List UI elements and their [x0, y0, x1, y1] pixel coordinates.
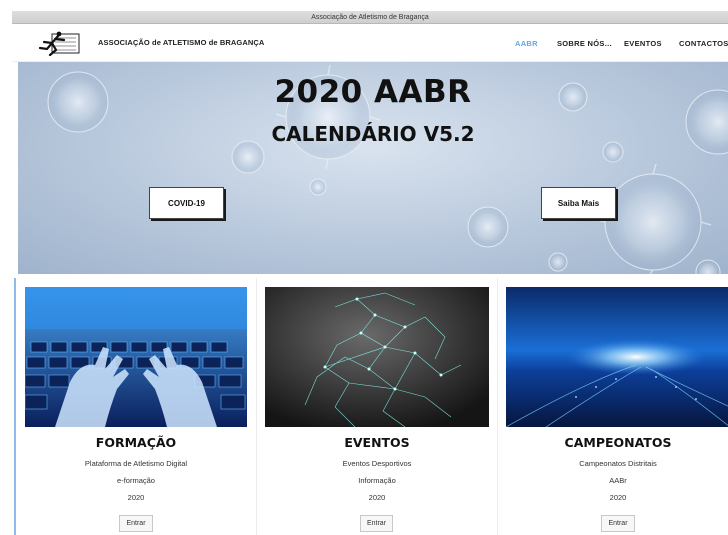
card-line: 2020 — [368, 493, 386, 502]
site-brand[interactable]: ASSOCIAÇÃO de ATLETISMO de BRAGANÇA — [98, 38, 264, 47]
card-line: 2020 — [127, 493, 145, 502]
hero-title: 2020 AABR — [274, 74, 472, 110]
hero-banner: 2020 AABR CALENDÁRIO V5.2 COVID-19 Saiba… — [18, 62, 728, 274]
covid-button[interactable]: COVID-19 — [149, 187, 224, 219]
window-titlebar: Associação de Atletismo de Bragança — [12, 11, 728, 24]
card-line: Plataforma de Atletismo Digital — [84, 459, 188, 468]
card-line: Eventos Desportivos — [342, 459, 412, 468]
site-header: ASSOCIAÇÃO de ATLETISMO de BRAGANÇA AABR… — [12, 24, 728, 62]
card-line: Campeonatos Distritais — [579, 459, 657, 468]
nav-sobre-nos[interactable]: SOBRE NÓS... — [557, 39, 612, 48]
nav-aabr[interactable]: AABR — [515, 39, 538, 48]
card-title: EVENTOS — [344, 435, 410, 450]
digital-road-image[interactable] — [506, 287, 728, 427]
card-title: FORMAÇÃO — [95, 435, 177, 450]
card-formacao: FORMAÇÃO Plataforma de Atletismo Digital… — [25, 278, 247, 535]
card-eventos: EVENTOS Eventos Desportivos Informação 2… — [265, 278, 489, 535]
entrar-button[interactable]: Entrar — [119, 515, 153, 532]
card-line: e-formação — [117, 476, 155, 485]
card-divider — [497, 278, 498, 535]
entrar-button[interactable]: Entrar — [601, 515, 635, 532]
nav-contactos[interactable]: CONTACTOS — [679, 39, 728, 48]
keyboard-hands-image[interactable] — [25, 287, 247, 427]
nav-eventos[interactable]: EVENTOS — [624, 39, 662, 48]
card-line: AABr — [609, 476, 627, 485]
entrar-button[interactable]: Entrar — [360, 515, 393, 532]
logo-icon[interactable] — [38, 30, 80, 56]
network-runner-image[interactable] — [265, 287, 489, 427]
hero-subtitle: CALENDÁRIO V5.2 — [271, 122, 475, 146]
saiba-mais-button[interactable]: Saiba Mais — [541, 187, 616, 219]
card-divider — [256, 278, 257, 535]
cards-section: FORMAÇÃO Plataforma de Atletismo Digital… — [14, 278, 728, 535]
card-line: 2020 — [609, 493, 627, 502]
card-title: CAMPEONATOS — [564, 435, 672, 450]
card-campeonatos: CAMPEONATOS Campeonatos Distritais AABr … — [506, 278, 728, 535]
window-title: Associação de Atletismo de Bragança — [311, 14, 429, 21]
card-line: Informação — [358, 476, 396, 485]
